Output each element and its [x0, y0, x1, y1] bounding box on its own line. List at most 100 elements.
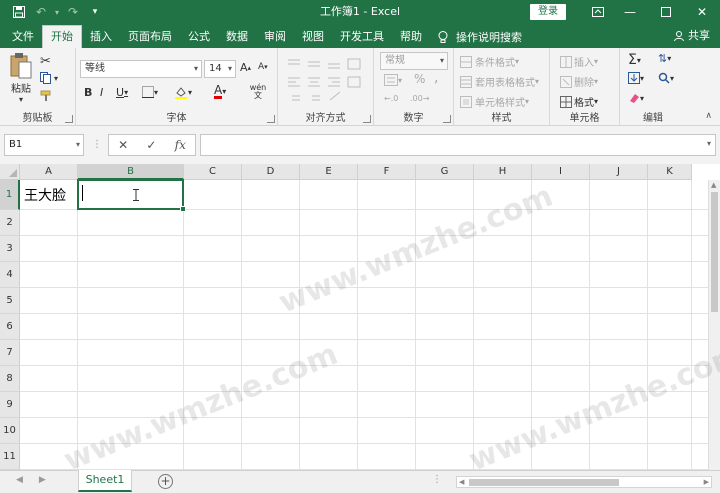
paste-button[interactable]: 粘贴 ▾: [6, 52, 36, 104]
column-header-b[interactable]: B: [78, 164, 184, 180]
accounting-format-button[interactable]: ▾: [384, 74, 402, 86]
conditional-formatting-button[interactable]: 条件格式 ▾: [460, 54, 519, 69]
maximize-icon[interactable]: [648, 0, 684, 24]
redo-icon[interactable]: ↷: [62, 1, 84, 23]
format-as-table-button[interactable]: 套用表格格式 ▾: [460, 74, 539, 89]
copy-button[interactable]: ▾: [40, 72, 58, 84]
login-button[interactable]: 登录: [530, 4, 566, 20]
horizontal-scrollbar[interactable]: ◀ ▶: [456, 476, 712, 488]
horizontal-scroll-thumb[interactable]: [469, 479, 619, 486]
tab-file[interactable]: 文件: [4, 26, 42, 48]
column-header-h[interactable]: H: [474, 164, 532, 180]
tab-home[interactable]: 开始: [42, 25, 82, 48]
column-header-a[interactable]: A: [20, 164, 78, 180]
tab-splitter[interactable]: ⋮: [432, 474, 442, 485]
clipboard-launcher-icon[interactable]: [65, 115, 73, 123]
sheet-tab-sheet1[interactable]: Sheet1: [78, 470, 132, 492]
column-header-i[interactable]: I: [532, 164, 590, 180]
decrease-decimal-button[interactable]: .00→: [410, 94, 429, 103]
italic-button[interactable]: I: [100, 86, 103, 99]
fill-button[interactable]: ▾: [628, 72, 644, 84]
scroll-up-icon[interactable]: ▲: [711, 181, 716, 189]
cell-styles-button[interactable]: 单元格样式 ▾: [460, 94, 529, 109]
row-header-5[interactable]: 5: [0, 288, 20, 314]
format-cells-button[interactable]: 格式 ▾: [560, 94, 598, 109]
scroll-left-icon[interactable]: ◀: [459, 478, 464, 486]
minimize-icon[interactable]: —: [612, 0, 648, 24]
alignment-buttons-icon[interactable]: [286, 56, 366, 104]
formula-bar-splitter[interactable]: ⋮: [92, 134, 102, 156]
close-icon[interactable]: ✕: [684, 0, 720, 24]
comma-button[interactable]: ,: [434, 70, 438, 86]
worksheet-grid[interactable]: ABCDEFGHIJK 1 2 3 4 5 6 7 8 9 10 11 王大脸 ▲: [0, 164, 720, 470]
row-header-2[interactable]: 2: [0, 210, 20, 236]
scroll-right-icon[interactable]: ▶: [704, 478, 709, 486]
ribbon-display-options-icon[interactable]: [580, 0, 616, 24]
add-sheet-icon[interactable]: +: [158, 474, 173, 489]
format-painter-button[interactable]: [40, 90, 54, 102]
name-box[interactable]: B1 ▾: [4, 134, 84, 156]
vertical-scroll-thumb[interactable]: [711, 192, 718, 312]
row-header-10[interactable]: 10: [0, 418, 20, 444]
active-cell-b1[interactable]: [77, 179, 186, 212]
phonetic-guide-button[interactable]: wén 文: [246, 84, 270, 100]
previous-sheet-icon[interactable]: ◀: [16, 475, 23, 485]
font-size-combo[interactable]: 14 ▾: [204, 60, 236, 78]
confirm-entry-icon[interactable]: ✓: [146, 138, 156, 152]
number-launcher-icon[interactable]: [443, 115, 451, 123]
clear-button[interactable]: ▾: [628, 92, 644, 104]
row-header-1[interactable]: 1: [0, 180, 20, 210]
find-select-button[interactable]: ▾: [658, 72, 674, 84]
borders-button[interactable]: ▾: [142, 86, 158, 98]
fill-color-button[interactable]: ▾: [174, 85, 192, 99]
column-header-k[interactable]: K: [648, 164, 692, 180]
tab-data[interactable]: 数据: [218, 26, 256, 48]
percent-button[interactable]: %: [414, 72, 425, 86]
bold-button[interactable]: B: [84, 86, 92, 99]
formula-input[interactable]: ▾: [200, 134, 716, 156]
insert-function-icon[interactable]: fx: [175, 138, 186, 152]
row-header-9[interactable]: 9: [0, 392, 20, 418]
row-header-6[interactable]: 6: [0, 314, 20, 340]
sort-filter-button[interactable]: ⇅ ▾: [658, 52, 671, 65]
undo-dropdown-icon[interactable]: ▾: [52, 1, 62, 23]
font-name-combo[interactable]: 等线 ▾: [80, 60, 202, 78]
alignment-launcher-icon[interactable]: [363, 115, 371, 123]
increase-decimal-button[interactable]: ←.0: [384, 94, 398, 103]
insert-cells-button[interactable]: 插入 ▾: [560, 54, 598, 69]
column-header-c[interactable]: C: [184, 164, 242, 180]
tab-review[interactable]: 审阅: [256, 26, 294, 48]
tab-page-layout[interactable]: 页面布局: [120, 26, 180, 48]
tab-developer[interactable]: 开发工具: [332, 26, 392, 48]
column-header-j[interactable]: J: [590, 164, 648, 180]
undo-icon[interactable]: ↶: [30, 1, 52, 23]
delete-cells-button[interactable]: 删除 ▾: [560, 74, 598, 89]
tab-help[interactable]: 帮助: [392, 26, 430, 48]
tab-view[interactable]: 视图: [294, 26, 332, 48]
select-all-corner[interactable]: [0, 164, 20, 180]
column-header-d[interactable]: D: [242, 164, 300, 180]
customize-qat-icon[interactable]: ▾: [84, 1, 106, 23]
font-launcher-icon[interactable]: [267, 115, 275, 123]
number-format-combo[interactable]: 常规 ▾: [380, 52, 448, 70]
collapse-ribbon-icon[interactable]: ∧: [705, 111, 712, 121]
vertical-scrollbar[interactable]: ▲: [708, 180, 720, 470]
font-color-button[interactable]: A ▾: [214, 84, 226, 99]
column-header-f[interactable]: F: [358, 164, 416, 180]
next-sheet-icon[interactable]: ▶: [39, 475, 46, 485]
decrease-font-size-button[interactable]: A ▾: [258, 62, 268, 72]
underline-button[interactable]: U ▾: [116, 86, 128, 99]
share-button[interactable]: 共享: [673, 24, 710, 48]
autosum-button[interactable]: Σ ▾: [628, 52, 641, 68]
fill-handle[interactable]: [180, 206, 186, 212]
cut-button[interactable]: ✂: [40, 54, 51, 69]
column-header-g[interactable]: G: [416, 164, 474, 180]
tell-me-search[interactable]: 操作说明搜索: [436, 26, 522, 48]
row-header-11[interactable]: 11: [0, 444, 20, 470]
increase-font-size-button[interactable]: A ▴: [240, 61, 251, 74]
row-header-3[interactable]: 3: [0, 236, 20, 262]
tab-formulas[interactable]: 公式: [180, 26, 218, 48]
expand-formula-bar-icon[interactable]: ▾: [707, 139, 711, 148]
row-header-7[interactable]: 7: [0, 340, 20, 366]
cell-a1[interactable]: 王大脸: [20, 180, 78, 210]
